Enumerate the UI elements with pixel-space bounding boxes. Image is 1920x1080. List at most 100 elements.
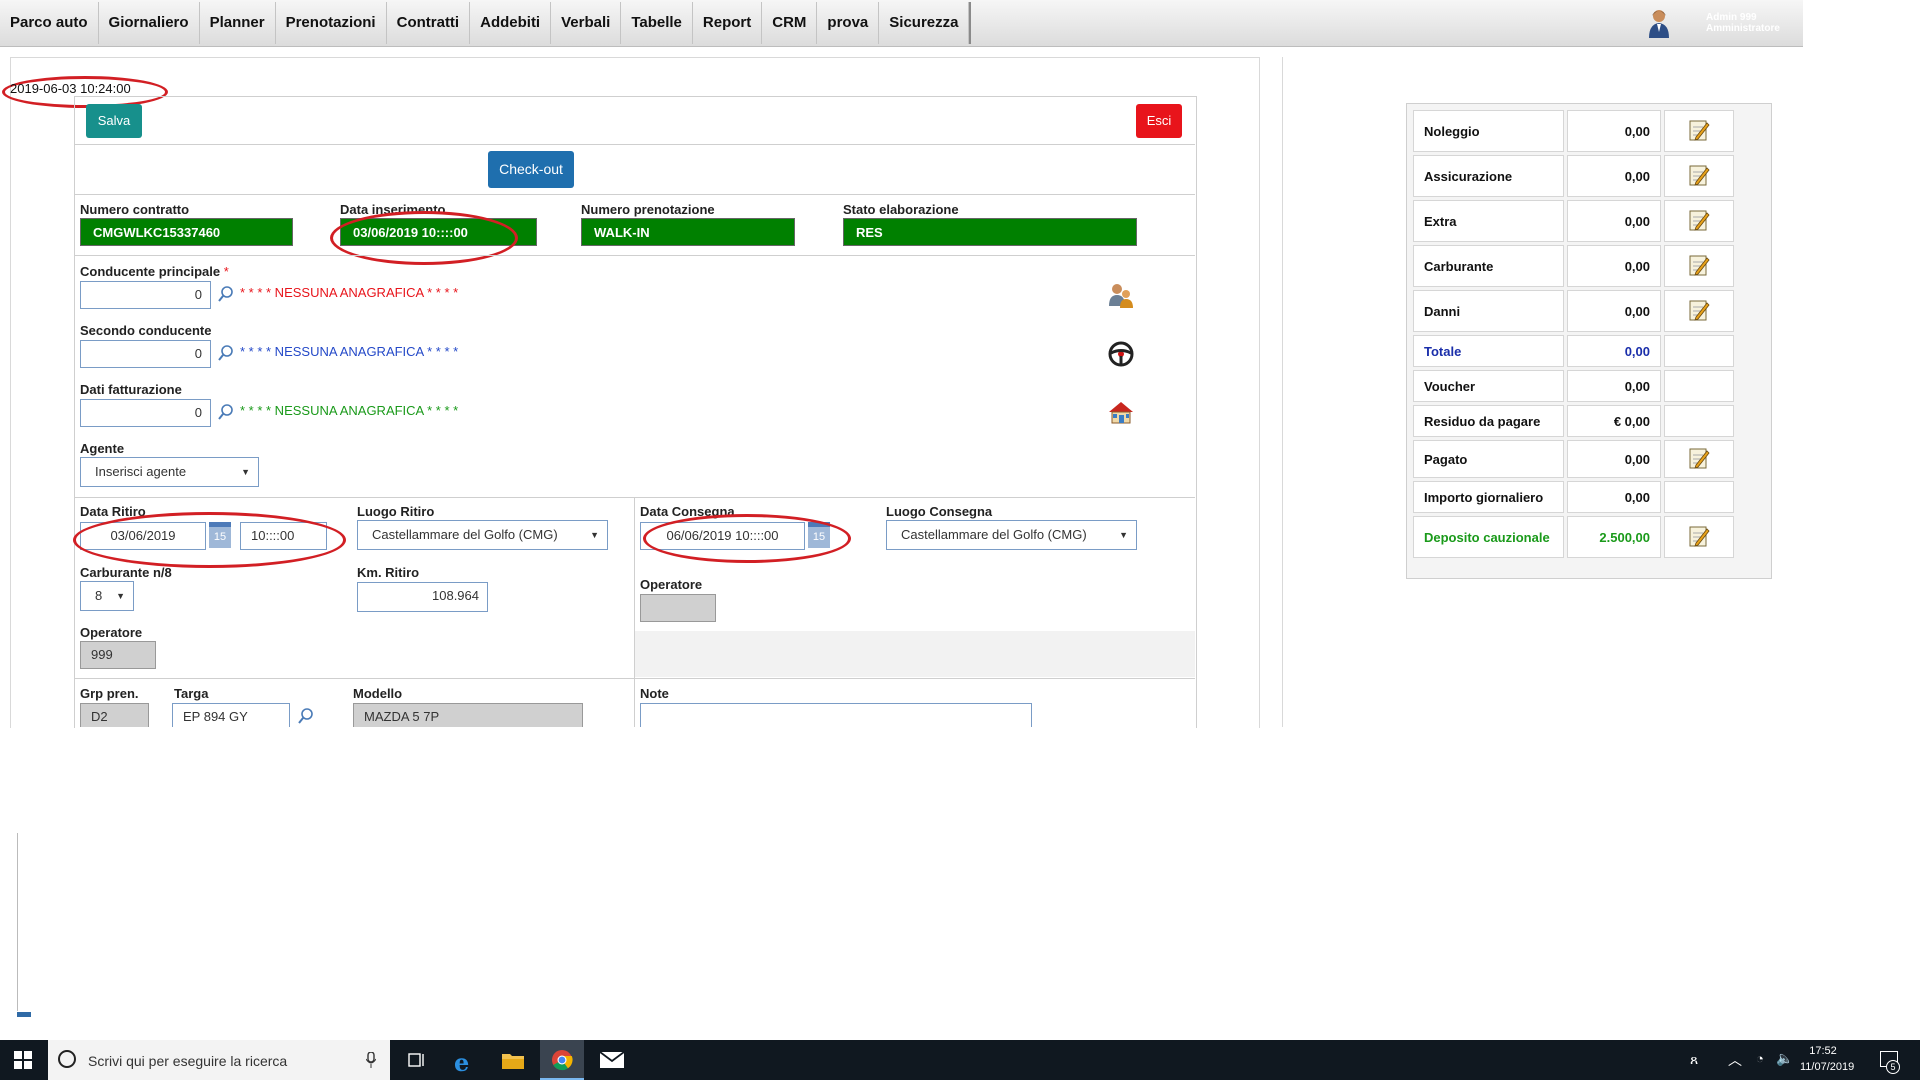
chevron-up-icon[interactable]: ︿ [1728,1050,1742,1070]
taskbar-clock[interactable]: 17:52 11/07/2019 [1800,1043,1855,1075]
summary-value: 0,00 [1567,335,1661,367]
steering-wheel-icon[interactable] [1108,341,1134,370]
clock-time: 17:52 [1809,1045,1837,1057]
second-driver-input[interactable]: 0 [80,340,211,368]
fuel-select[interactable]: 8 ▼ [80,581,134,611]
model-value: MAZDA 5 7P [353,703,583,727]
required-mark: * [223,264,229,279]
file-explorer-icon[interactable] [502,1051,524,1072]
note-textarea[interactable] [640,703,1032,727]
exit-button[interactable]: Esci [1136,104,1182,138]
menu-planner[interactable]: Planner [200,2,276,44]
agent-select-value: Inserisci agente [95,464,187,479]
chevron-down-icon: ▼ [241,467,250,477]
menu-report[interactable]: Report [693,2,763,44]
km-pickup-input[interactable]: 108.964 [357,582,488,612]
clock-date: 11/07/2019 [1800,1061,1855,1073]
summary-action-cell[interactable] [1664,200,1734,242]
people-icon[interactable]: ጸ [1690,1051,1698,1068]
booking-number-value: WALK-IN [581,218,795,246]
summary-label: Assicurazione [1413,155,1564,197]
cortana-icon [58,1050,76,1068]
summary-row: Danni 0,00 [1413,290,1734,332]
menu-prenotazioni[interactable]: Prenotazioni [276,2,387,44]
billing-data-label: Dati fatturazione [80,382,182,397]
delivery-date-highlight [643,514,851,563]
group-value: D2 [80,703,149,727]
group-label: Grp pren. [80,686,139,701]
task-view-icon[interactable] [408,1052,426,1071]
chrome-icon[interactable] [551,1049,573,1074]
user-avatar-icon[interactable] [1648,8,1670,38]
microphone-icon[interactable] [365,1051,377,1071]
summary-row: Pagato 0,00 [1413,440,1734,478]
menu-prova[interactable]: prova [817,2,880,44]
divider [75,144,1195,145]
summary-action-cell[interactable] [1664,440,1734,478]
plate-input[interactable]: EP 894 GY [172,703,290,727]
divider [75,194,1195,195]
plate-search-icon[interactable] [298,708,314,727]
primary-driver-search-icon[interactable] [218,286,234,305]
agent-select[interactable]: Inserisci agente ▼ [80,457,259,487]
fuel-label: Carburante n/8 [80,565,172,580]
summary-value: 0,00 [1567,370,1661,402]
summary-action-cell [1664,405,1734,437]
checkout-button[interactable]: Check-out [488,151,574,188]
menu-tabelle[interactable]: Tabelle [621,2,693,44]
delivery-footer-band [635,631,1195,677]
menu-giornaliero[interactable]: Giornaliero [99,2,200,44]
menu-crm[interactable]: CRM [762,2,818,44]
save-button[interactable]: Salva [86,104,142,138]
menu-contratti[interactable]: Contratti [387,2,471,44]
house-icon[interactable] [1108,399,1134,428]
edit-note-icon[interactable] [1688,163,1710,187]
pickup-place-select[interactable]: Castellammare del Golfo (CMG) ▼ [357,520,608,550]
delivery-operator-label: Operatore [640,577,703,592]
edit-note-icon[interactable] [1688,208,1710,232]
summary-row: Residuo da pagare € 0,00 [1413,405,1734,437]
customer-people-icon[interactable] [1108,282,1134,311]
summary-value: 0,00 [1567,245,1661,287]
delivery-operator-value [640,594,716,622]
volume-icon[interactable]: 🔈 [1776,1050,1793,1067]
summary-value: 2.500,00 [1567,516,1661,558]
summary-action-cell[interactable] [1664,290,1734,332]
summary-action-cell [1664,335,1734,367]
menu-addebiti[interactable]: Addebiti [470,2,552,44]
wifi-icon[interactable]: ◔ [1756,1051,1764,1066]
billing-search-icon[interactable] [218,404,234,423]
chevron-down-icon: ▼ [116,591,125,601]
summary-row: Assicurazione 0,00 [1413,155,1734,197]
delivery-place-select[interactable]: Castellammare del Golfo (CMG) ▼ [886,520,1137,550]
summary-value: 0,00 [1567,440,1661,478]
summary-row: Importo giornaliero 0,00 [1413,481,1734,513]
edit-note-icon[interactable] [1688,253,1710,277]
menu-parco-auto[interactable]: Parco auto [0,2,99,44]
edit-note-icon[interactable] [1688,446,1710,470]
summary-label: Danni [1413,290,1564,332]
edit-note-icon[interactable] [1688,118,1710,142]
chevron-down-icon: ▼ [590,530,599,540]
edit-note-icon[interactable] [1688,298,1710,322]
primary-driver-input[interactable]: 0 [80,281,211,309]
summary-action-cell[interactable] [1664,110,1734,152]
summary-action-cell[interactable] [1664,155,1734,197]
windows-start-icon[interactable] [14,1051,32,1072]
edit-note-icon[interactable] [1688,524,1710,548]
primary-driver-status: * * * * NESSUNA ANAGRAFICA * * * * [240,285,459,300]
second-driver-search-icon[interactable] [218,345,234,364]
billing-data-input[interactable]: 0 [80,399,211,427]
mail-icon[interactable] [599,1051,625,1071]
chevron-down-icon: ▼ [1119,530,1128,540]
edge-browser-icon[interactable]: e [454,1048,469,1077]
agent-label: Agente [80,441,125,456]
summary-action-cell[interactable] [1664,516,1734,558]
summary-label: Extra [1413,200,1564,242]
menu-sicurezza[interactable]: Sicurezza [879,2,970,44]
primary-driver-label-text: Conducente principale [80,264,221,279]
summary-value: 0,00 [1567,481,1661,513]
menu-verbali[interactable]: Verbali [551,2,622,44]
summary-action-cell[interactable] [1664,245,1734,287]
main-menu: Parco auto Giornaliero Planner Prenotazi… [0,2,972,44]
